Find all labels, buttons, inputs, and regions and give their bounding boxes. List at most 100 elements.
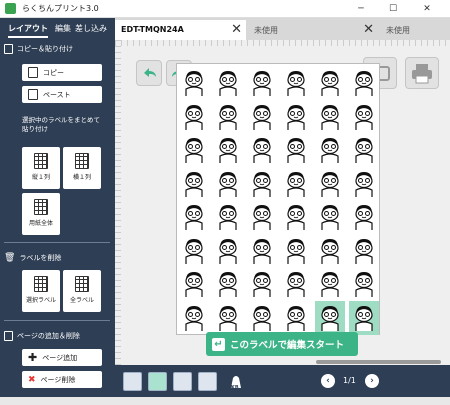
label-cell[interactable]	[213, 200, 243, 234]
print-button[interactable]	[405, 57, 439, 89]
label-cell[interactable]	[281, 267, 311, 301]
label-cell[interactable]	[281, 133, 311, 167]
label-cell[interactable]	[315, 133, 345, 167]
label-cell[interactable]	[281, 167, 311, 201]
orientation-landscape-button[interactable]	[123, 372, 142, 391]
doc-tab-2[interactable]: 未使用 ✕	[248, 20, 378, 40]
paste-button[interactable]: ペースト	[22, 86, 102, 103]
label-sheet[interactable]	[176, 63, 380, 335]
character-icon	[353, 136, 375, 164]
character-icon	[353, 237, 375, 265]
plus-icon: ✚	[28, 351, 38, 364]
label-cell[interactable]	[349, 200, 379, 234]
minimize-button[interactable]: ─	[346, 1, 376, 17]
label-cell[interactable]	[213, 301, 243, 335]
copy-button[interactable]: コピー	[22, 64, 102, 81]
window-title: らくちんプリント3.0	[22, 4, 99, 13]
next-page-button[interactable]: ›	[365, 374, 379, 388]
doc-tab-1[interactable]: EDT-TMQN24A ✕	[115, 20, 246, 40]
character-icon	[353, 203, 375, 231]
undo-button[interactable]	[136, 60, 162, 86]
vertical-grid-icon	[34, 153, 48, 169]
bottom-toolbar	[115, 365, 450, 397]
label-cell[interactable]	[349, 133, 379, 167]
tab-edit[interactable]: 編集	[55, 23, 71, 34]
rotate-left-button[interactable]	[173, 372, 192, 391]
character-icon	[251, 237, 273, 265]
label-cell[interactable]	[349, 100, 379, 134]
label-cell[interactable]	[247, 234, 277, 268]
maximize-button[interactable]: ☐	[378, 1, 408, 17]
tab-merge[interactable]: 差し込み	[75, 23, 107, 34]
add-page-button[interactable]: ✚ ページ追加	[22, 349, 102, 366]
character-icon	[285, 237, 307, 265]
label-cell[interactable]	[315, 66, 345, 100]
character-icon	[183, 170, 205, 198]
label-cell[interactable]	[349, 267, 379, 301]
label-cell[interactable]	[349, 300, 379, 335]
label-cell[interactable]	[213, 234, 243, 268]
label-cell[interactable]	[247, 200, 277, 234]
paste-horizontal-button[interactable]: 横１列	[63, 147, 101, 189]
rotate-right-button[interactable]	[198, 372, 217, 391]
label-cell[interactable]	[315, 200, 345, 234]
character-icon	[319, 270, 341, 298]
character-icon	[251, 270, 273, 298]
orientation-portrait-button[interactable]	[148, 372, 167, 391]
label-cell[interactable]	[315, 267, 345, 301]
character-icon	[353, 270, 375, 298]
label-cell[interactable]	[315, 100, 345, 134]
app-icon	[5, 3, 16, 14]
paste-vertical-button[interactable]: 縦１列	[22, 147, 60, 189]
label-cell[interactable]	[315, 234, 345, 268]
sidebar-tabs: レイアウト 編集 差し込み	[0, 18, 115, 38]
label-cell[interactable]	[179, 234, 209, 268]
label-cell[interactable]	[213, 133, 243, 167]
label-cell[interactable]	[179, 200, 209, 234]
label-cell[interactable]	[315, 300, 345, 335]
label-cell[interactable]	[281, 200, 311, 234]
start-editing-button[interactable]: ↵ このラベルで編集スタート	[206, 332, 358, 356]
character-icon	[285, 170, 307, 198]
delete-all-button[interactable]: 全ラベル	[63, 270, 101, 312]
label-cell[interactable]	[213, 267, 243, 301]
character-icon	[319, 203, 341, 231]
label-cell[interactable]	[213, 167, 243, 201]
label-cell[interactable]	[281, 301, 311, 335]
label-cell[interactable]	[179, 66, 209, 100]
label-cell[interactable]	[281, 234, 311, 268]
label-cell[interactable]	[179, 100, 209, 134]
character-icon	[251, 170, 273, 198]
label-cell[interactable]	[349, 167, 379, 201]
label-cell[interactable]	[179, 267, 209, 301]
label-cell[interactable]	[247, 133, 277, 167]
label-cell[interactable]	[247, 100, 277, 134]
horizontal-scrollbar[interactable]	[316, 360, 441, 364]
prev-page-button[interactable]: ‹	[321, 374, 335, 388]
document-tabs: EDT-TMQN24A ✕ 未使用 ✕ 未使用	[115, 18, 450, 40]
label-cell[interactable]	[315, 167, 345, 201]
page-icon	[4, 331, 13, 341]
label-cell[interactable]	[247, 301, 277, 335]
label-cell[interactable]	[247, 167, 277, 201]
paste-whole-button[interactable]: 用紙全体	[22, 193, 60, 235]
close-icon[interactable]: ✕	[231, 22, 242, 37]
copy-section-title: コピー＆貼り付け	[4, 44, 73, 54]
label-cell[interactable]	[281, 66, 311, 100]
label-cell[interactable]	[281, 100, 311, 134]
tab-layout[interactable]: レイアウト	[8, 23, 48, 38]
label-cell[interactable]	[247, 66, 277, 100]
label-cell[interactable]	[247, 267, 277, 301]
label-cell[interactable]	[179, 167, 209, 201]
label-cell[interactable]	[213, 66, 243, 100]
close-icon[interactable]: ✕	[363, 22, 374, 37]
delete-selected-button[interactable]: 選択ラベル	[22, 270, 60, 312]
label-cell[interactable]	[179, 301, 209, 335]
label-cell[interactable]	[179, 133, 209, 167]
delete-page-button[interactable]: ✖ ページ削除	[22, 371, 102, 388]
label-cell[interactable]	[349, 66, 379, 100]
doc-tab-3[interactable]: 未使用	[380, 20, 450, 40]
label-cell[interactable]	[213, 100, 243, 134]
label-cell[interactable]	[349, 234, 379, 268]
close-button[interactable]: ✕	[412, 1, 442, 17]
